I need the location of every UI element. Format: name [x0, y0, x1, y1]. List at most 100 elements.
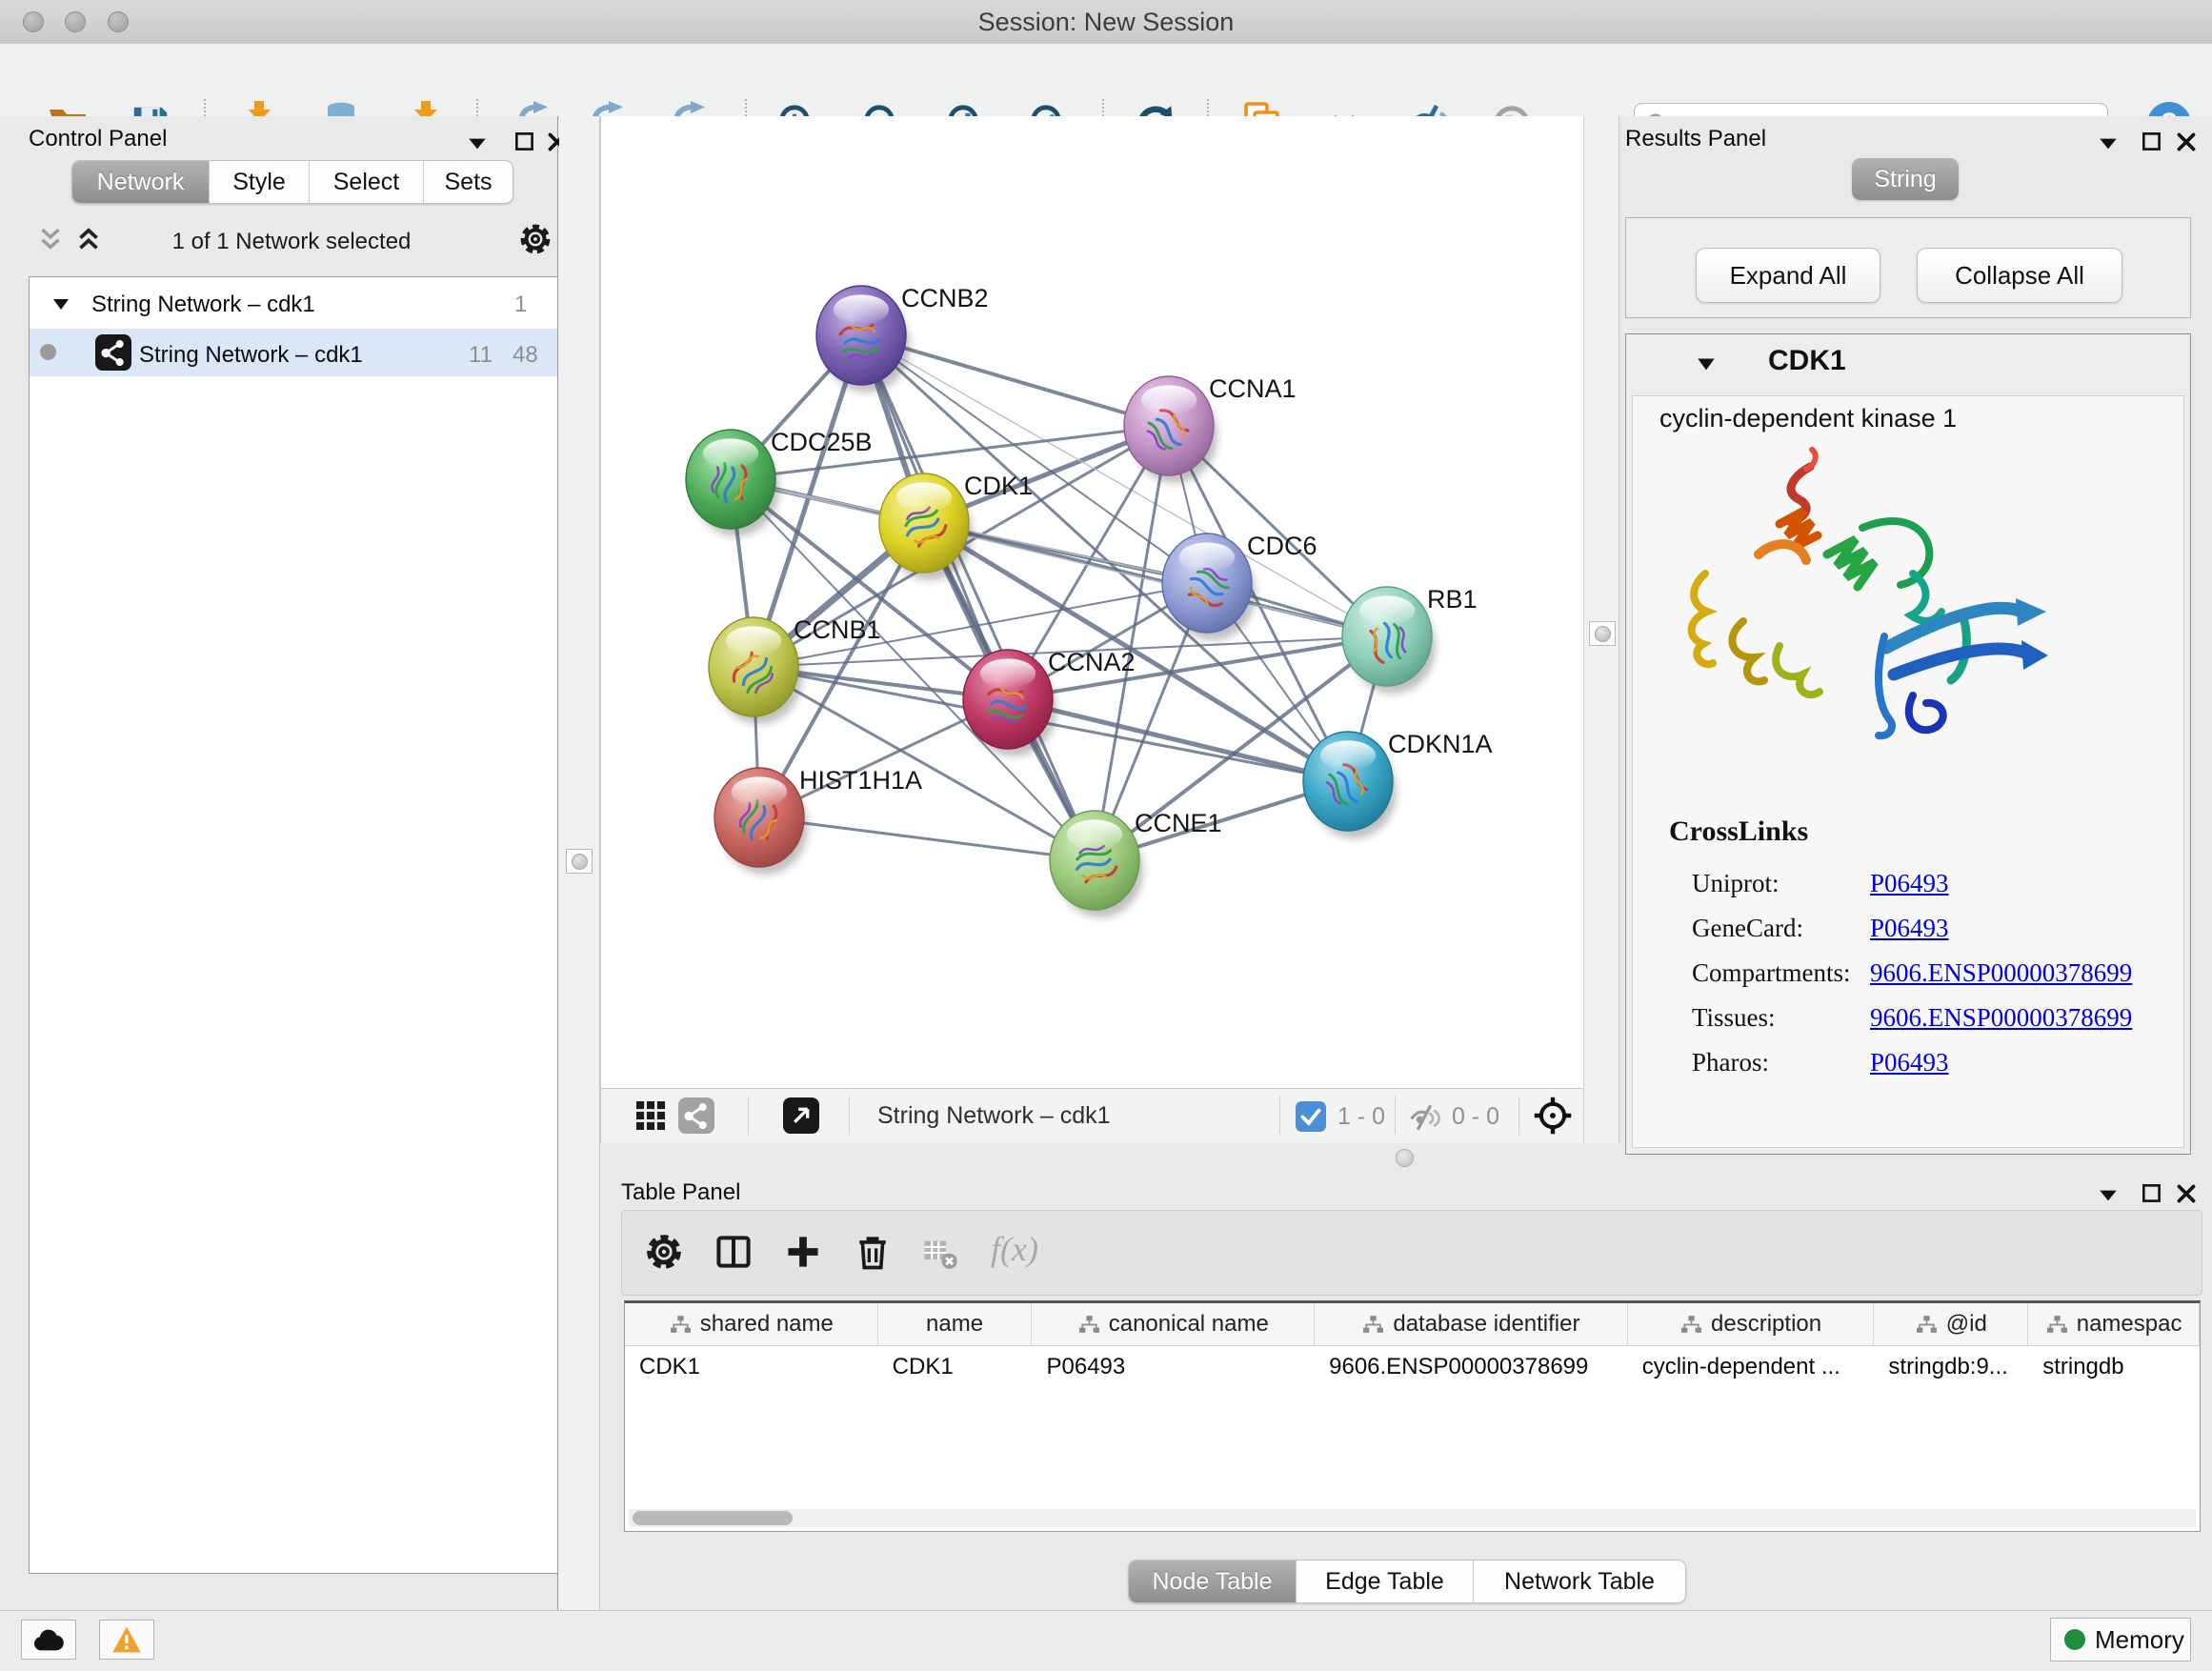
- crosslink-link[interactable]: P06493: [1870, 1048, 1949, 1077]
- cloud-status-button[interactable]: [21, 1620, 76, 1660]
- node-CDK1[interactable]: [879, 473, 973, 580]
- table-panel-menu-icon[interactable]: [2096, 1185, 2121, 1206]
- tab-style[interactable]: Style: [210, 161, 310, 203]
- control-panel-menu-icon[interactable]: [465, 133, 490, 154]
- table-cell[interactable]: stringdb: [2028, 1346, 2200, 1388]
- string-view-icon[interactable]: [678, 1097, 714, 1134]
- edge-CCNA2-CDKN1A[interactable]: [1008, 699, 1348, 781]
- gear-icon[interactable]: [517, 221, 553, 257]
- table-row[interactable]: CDK1CDK1P064939606.ENSP00000378699cyclin…: [625, 1346, 2200, 1388]
- tab-edge-table[interactable]: Edge Table: [1297, 1560, 1474, 1602]
- protein-structure-image: [1667, 440, 2048, 759]
- collapse-all-button[interactable]: Collapse All: [1917, 248, 2122, 303]
- left-divider-handle[interactable]: [566, 849, 593, 874]
- node-CDC25B[interactable]: [686, 430, 779, 536]
- table-cell[interactable]: 9606.ENSP00000378699: [1315, 1346, 1628, 1388]
- column-header-description[interactable]: description: [1628, 1303, 1875, 1345]
- window-title: Session: New Session: [0, 0, 2212, 44]
- tree-expander-icon[interactable]: [50, 295, 72, 314]
- crosslinks-heading: CrossLinks: [1669, 815, 1808, 848]
- node-label-HIST1H1A: HIST1H1A: [799, 766, 922, 795]
- tab-string[interactable]: String: [1852, 158, 1959, 200]
- node-label-CDC6: CDC6: [1247, 532, 1317, 560]
- node-CCNA1[interactable]: [1124, 376, 1217, 483]
- table-panel-float-icon[interactable]: [2140, 1181, 2164, 1206]
- tab-node-table[interactable]: Node Table: [1129, 1560, 1297, 1602]
- left-split-divider[interactable]: [559, 116, 600, 1610]
- node-label-CDK1: CDK1: [964, 472, 1033, 500]
- memory-button[interactable]: Memory: [2050, 1618, 2191, 1661]
- attribute-type-icon: [1679, 1313, 1703, 1337]
- node-CCNA2[interactable]: [963, 650, 1056, 756]
- column-header-name[interactable]: name: [878, 1303, 1033, 1345]
- network-row-label[interactable]: String Network – cdk1: [139, 342, 363, 369]
- column-header-database-identifier[interactable]: database identifier: [1315, 1303, 1628, 1345]
- network-canvas[interactable]: CCNB2CCNA1CDC25BCDK1CDC6RB1CCNB1CCNA2CDK…: [600, 116, 1583, 1088]
- collapse-all-networks-icon[interactable]: [34, 223, 67, 255]
- column-header--id[interactable]: @id: [1874, 1303, 2028, 1345]
- memory-status-icon: [2064, 1629, 2085, 1650]
- table-cell[interactable]: cyclin-dependent ...: [1628, 1346, 1875, 1388]
- tab-sets[interactable]: Sets: [424, 161, 513, 203]
- node-label-CDC25B: CDC25B: [771, 428, 873, 456]
- right-divider-handle[interactable]: [1589, 621, 1616, 646]
- node-label-CDKN1A: CDKN1A: [1388, 730, 1493, 758]
- node-RB1[interactable]: [1342, 587, 1436, 694]
- fit-selected-crosshair-icon[interactable]: [1532, 1095, 1574, 1137]
- control-panel-tabs: NetworkStyleSelectSets: [71, 160, 513, 204]
- results-panel-menu-icon[interactable]: [2096, 133, 2121, 154]
- hidden-eye-slash-icon[interactable]: [1407, 1100, 1441, 1135]
- node-CCNB2[interactable]: [816, 286, 910, 393]
- column-header-shared-name[interactable]: shared name: [625, 1303, 878, 1345]
- show-columns-icon[interactable]: [713, 1231, 754, 1273]
- birds-eye-view-icon[interactable]: [783, 1097, 819, 1134]
- column-header-canonical-name[interactable]: canonical name: [1032, 1303, 1315, 1345]
- crosslink-label: Tissues:: [1692, 1003, 1870, 1033]
- horizontal-divider-handle[interactable]: [1396, 1149, 1414, 1167]
- tab-network-table[interactable]: Network Table: [1474, 1560, 1685, 1602]
- node-CCNE1[interactable]: [1050, 811, 1143, 917]
- table-settings-gear-icon[interactable]: [643, 1231, 685, 1273]
- crosslink-link[interactable]: P06493: [1870, 914, 1949, 943]
- edge-CCNE1-HIST1H1A[interactable]: [759, 817, 1095, 860]
- grid-view-icon[interactable]: [633, 1098, 668, 1133]
- crosslink-row: Tissues:9606.ENSP00000378699: [1692, 996, 2168, 1040]
- title-bar: Session: New Session: [0, 0, 2212, 45]
- crosslink-link[interactable]: 9606.ENSP00000378699: [1870, 958, 2132, 988]
- table-cell[interactable]: stringdb:9...: [1874, 1346, 2028, 1388]
- tab-network[interactable]: Network: [72, 161, 210, 203]
- delete-column-trash-icon[interactable]: [852, 1231, 894, 1273]
- network-tree: [29, 276, 558, 1574]
- attribute-type-icon: [1915, 1313, 1939, 1337]
- results-panel-close-icon[interactable]: [2174, 130, 2199, 154]
- network-collection-label[interactable]: String Network – cdk1: [91, 292, 315, 318]
- add-column-plus-icon[interactable]: [782, 1231, 824, 1273]
- table-cell[interactable]: P06493: [1032, 1346, 1315, 1388]
- selected-checkbox-icon[interactable]: [1296, 1101, 1326, 1132]
- warnings-button[interactable]: [99, 1620, 154, 1660]
- table-panel-close-icon[interactable]: [2174, 1181, 2199, 1206]
- crosslink-row: Compartments:9606.ENSP00000378699: [1692, 951, 2168, 996]
- expand-all-networks-icon[interactable]: [72, 223, 105, 255]
- node-HIST1H1A[interactable]: [714, 768, 808, 875]
- results-panel-float-icon[interactable]: [2140, 130, 2164, 154]
- table-cell[interactable]: CDK1: [878, 1346, 1033, 1388]
- crosslink-row: Pharos:P06493: [1692, 1040, 2168, 1085]
- control-panel-float-icon[interactable]: [513, 130, 537, 154]
- tab-select[interactable]: Select: [310, 161, 424, 203]
- gene-section-expander-icon[interactable]: [1694, 354, 1719, 375]
- footer-separator: [1518, 1097, 1519, 1135]
- column-header-namespac[interactable]: namespac: [2028, 1303, 2200, 1345]
- table-cell[interactable]: CDK1: [625, 1346, 878, 1388]
- attribute-type-icon: [2045, 1313, 2069, 1337]
- attribute-type-icon: [669, 1313, 693, 1337]
- node-CDKN1A[interactable]: [1303, 732, 1397, 838]
- table-scrollbar-thumb[interactable]: [633, 1511, 793, 1525]
- expand-all-button[interactable]: Expand All: [1696, 248, 1880, 303]
- crosslink-link[interactable]: 9606.ENSP00000378699: [1870, 1003, 2132, 1033]
- network-nodes: [686, 286, 1436, 917]
- table-horizontal-scrollbar[interactable]: [629, 1509, 2196, 1527]
- footer-separator: [849, 1097, 850, 1135]
- crosslinks-list: Uniprot:P06493GeneCard:P06493Compartment…: [1692, 861, 2168, 1085]
- crosslink-link[interactable]: P06493: [1870, 869, 1949, 898]
